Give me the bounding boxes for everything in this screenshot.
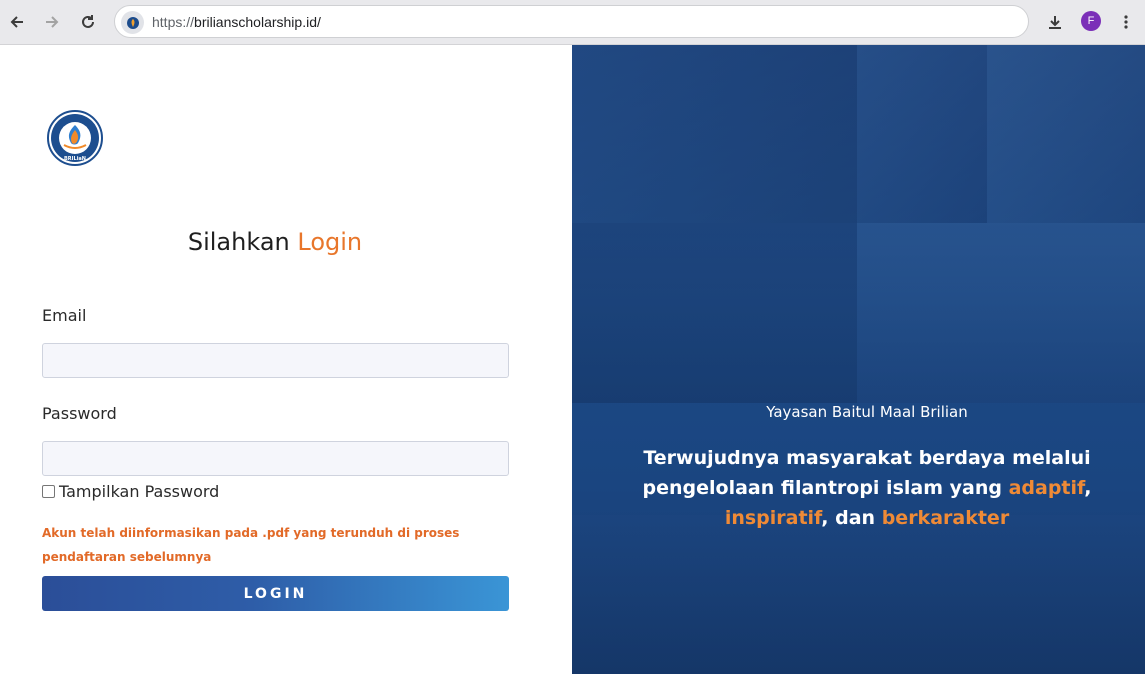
hero-panel: Yayasan Baitul Maal Brilian Terwujudnya … [572,45,1145,674]
menu-button[interactable] [1112,8,1140,36]
browser-toolbar: https://brilianscholarship.id/ F [0,0,1145,45]
tagline-highlight-inspiratif: inspiratif [724,507,822,529]
hero-photo [572,515,1145,674]
url-text: https://brilianscholarship.id/ [152,14,321,30]
download-icon [1049,16,1061,29]
back-button[interactable] [3,8,31,36]
page-title: Silahkan Login [0,228,550,256]
tagline-highlight-berkarakter: berkarakter [881,507,1010,529]
login-button[interactable]: LOGIN [42,576,509,611]
email-field[interactable] [42,343,509,378]
show-password-row: Tampilkan Password [42,482,219,501]
title-prefix: Silahkan [187,228,290,256]
arrow-right-icon [46,16,59,28]
password-field[interactable] [42,441,509,476]
forward-button[interactable] [38,8,66,36]
download-button[interactable] [1041,8,1069,36]
password-label: Password [42,404,117,423]
tagline: Terwujudnya masyarakat berdaya melalui p… [632,443,1102,533]
reload-button[interactable] [74,8,102,36]
site-info-icon[interactable] [121,11,144,34]
show-password-checkbox[interactable] [42,485,55,498]
tagline-separator: , dan [821,507,882,529]
tagline-separator: , [1084,477,1092,499]
login-panel: BRILiaN Silahkan Login Email Password Ta… [0,45,572,674]
hero-photo [857,223,1145,403]
hero-photo [987,45,1145,223]
kebab-menu-icon [1124,15,1128,29]
email-label: Email [42,306,87,325]
title-accent: Login [297,228,363,256]
account-info-note: Akun telah diinformasikan pada .pdf yang… [42,526,460,564]
organization-name: Yayasan Baitul Maal Brilian [766,403,968,421]
url-scheme: https:// [152,14,195,30]
arrow-left-icon [10,16,23,28]
reload-icon [82,15,94,28]
show-password-label[interactable]: Tampilkan Password [59,482,219,501]
hero-photo [572,223,857,403]
hero-photo [572,45,857,223]
foundation-logo: BRILiaN [47,110,103,166]
url-host: brilianscholarship.id/ [194,14,321,30]
profile-avatar[interactable]: F [1081,11,1101,31]
address-bar[interactable]: https://brilianscholarship.id/ [114,5,1029,38]
svg-text:BRILiaN: BRILiaN [64,156,86,162]
hero-photo [857,45,987,223]
tagline-highlight-adaptif: adaptif [1008,477,1085,499]
